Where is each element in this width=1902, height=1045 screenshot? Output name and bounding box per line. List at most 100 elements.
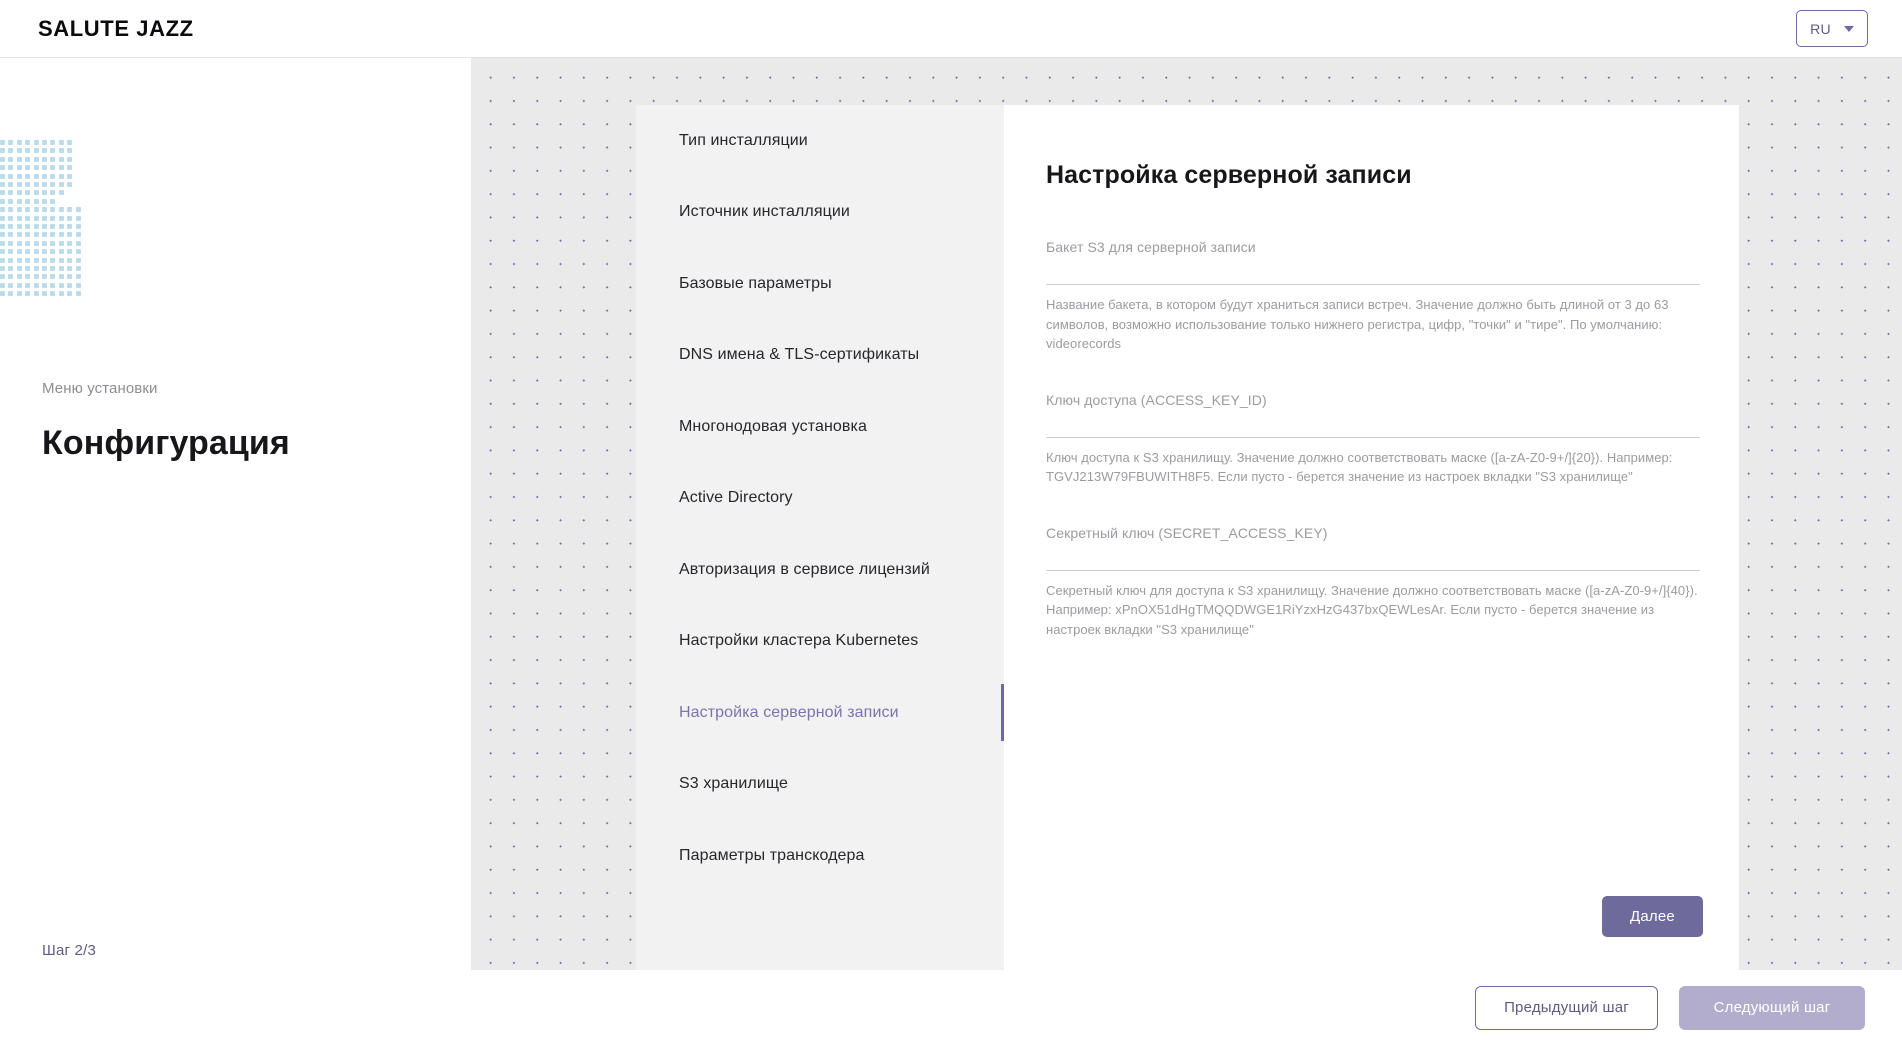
decoration-dot: [67, 224, 73, 229]
menu-item-label: Active Directory: [679, 489, 793, 507]
decoration-dot: [50, 282, 56, 288]
decoration-dot: [67, 240, 73, 246]
decoration-dot: [50, 240, 56, 246]
menu-item-label: S3 хранилище: [679, 775, 788, 793]
field-label: Ключ доступа (ACCESS_KEY_ID): [1046, 391, 1267, 408]
decoration-dot: [8, 173, 14, 179]
decoration-dot: [8, 148, 14, 154]
decoration-dot: [50, 190, 56, 196]
decoration-dot: [25, 182, 31, 187]
menu-item[interactable]: Active Directory: [636, 463, 1004, 535]
decoration-dot: [33, 240, 39, 246]
decoration-dot: [0, 207, 5, 213]
menu-item[interactable]: Базовые параметры: [636, 248, 1004, 320]
decoration-dot: [16, 240, 22, 246]
language-selector[interactable]: RU: [1796, 10, 1868, 47]
decoration-dot: [67, 173, 73, 179]
decoration-dot: [16, 282, 22, 288]
menu-item[interactable]: Настройки кластера Kubernetes: [636, 606, 1004, 678]
field-help-text: Ключ доступа к S3 хранилищу. Значение до…: [1046, 449, 1673, 485]
decoration-dot: [58, 140, 64, 145]
decoration-dot: [42, 257, 47, 263]
decoration-dot: [33, 274, 39, 280]
menu-item[interactable]: Авторизация в сервисе лицензий: [636, 534, 1004, 606]
dotted-decoration: [0, 140, 81, 297]
field-input[interactable]: [1046, 263, 1700, 285]
installer-page: SALUTE JAZZ RU Меню установки Конфигурац…: [0, 0, 1902, 1045]
decoration-dot: [16, 198, 22, 204]
decoration-dot: [16, 215, 22, 221]
decoration-dot: [33, 156, 39, 162]
decoration-dot: [8, 207, 14, 213]
decoration-dot: [75, 240, 81, 246]
field-input[interactable]: [1046, 548, 1700, 571]
decoration-dot: [50, 232, 56, 238]
menu-item-label: Параметры транскодера: [679, 846, 865, 864]
menu-item[interactable]: S3 хранилище: [636, 749, 1004, 821]
decoration-dot: [0, 232, 5, 238]
next-button[interactable]: Далее: [1602, 896, 1703, 937]
decoration-dot: [58, 215, 64, 221]
decoration-dot: [42, 215, 47, 221]
decoration-dot: [50, 165, 56, 171]
decoration-dot: [50, 257, 56, 263]
menu-item[interactable]: Параметры транскодера: [636, 820, 1004, 892]
decoration-dot: [0, 224, 5, 229]
decoration-dot: [58, 232, 64, 238]
field-label: Бакет S3 для серверной записи: [1046, 239, 1256, 255]
decoration-dot: [50, 148, 56, 154]
decoration-dot: [33, 173, 39, 179]
decoration-dot: [25, 173, 31, 179]
decoration-dot: [58, 156, 64, 162]
menu-item[interactable]: Источник инсталляции: [636, 177, 1004, 249]
decoration-dot: [33, 224, 39, 229]
decoration-dot: [67, 156, 73, 162]
menu-item[interactable]: Многонодовая установка: [636, 391, 1004, 463]
decoration-dot: [0, 198, 5, 204]
decoration-dot: [58, 182, 64, 187]
previous-step-button[interactable]: Предыдущий шаг: [1475, 985, 1658, 1030]
decoration-dot: [8, 165, 14, 171]
decoration-dot: [8, 156, 14, 162]
decoration-dot: [75, 224, 81, 229]
decoration-dot: [50, 291, 56, 297]
decoration-dot: [50, 173, 56, 179]
left-intro-panel: Меню установки Конфигурация Шаг 2/3: [0, 58, 471, 1045]
form-field: Бакет S3 для серверной записи Название ба…: [1046, 239, 1700, 354]
decoration-dot: [67, 274, 73, 280]
decoration-dot: [25, 165, 31, 171]
decoration-dot: [67, 266, 73, 271]
decoration-dot: [33, 282, 39, 288]
decoration-dot: [8, 291, 14, 297]
decoration-dot: [50, 207, 56, 213]
decoration-dot: [8, 215, 14, 221]
decoration-dot: [42, 266, 47, 271]
menu-item[interactable]: Тип инсталляции: [636, 105, 1004, 177]
decoration-dot: [33, 232, 39, 238]
decoration-dot: [33, 207, 39, 213]
menu-item-label: Авторизация в сервисе лицензий: [679, 560, 930, 578]
decoration-dot: [25, 190, 31, 196]
decoration-dot: [42, 291, 47, 297]
decoration-dot: [33, 249, 39, 255]
menu-item-active[interactable]: Настройка серверной записи: [636, 677, 1004, 749]
brand-logo: SALUTE JAZZ: [38, 15, 194, 41]
decoration-dot: [42, 148, 47, 154]
decoration-dot: [25, 207, 31, 213]
decoration-dot: [25, 156, 31, 162]
decoration-dot: [50, 182, 56, 187]
decoration-dot: [33, 182, 39, 187]
decoration-dot: [67, 257, 73, 263]
decoration-dot: [16, 190, 22, 196]
menu-item[interactable]: DNS имена & TLS-сертификаты: [636, 320, 1004, 392]
config-menu-card: Тип инсталляции Источник инсталляции Базов…: [636, 105, 1004, 970]
menu-item-label: Настройки кластера Kubernetes: [679, 632, 919, 650]
decoration-dot: [42, 282, 47, 288]
next-step-button[interactable]: Следующий шаг: [1679, 985, 1865, 1030]
decoration-dot: [67, 148, 73, 154]
content-body: Настройка серверной записи Бакет S3 для …: [1046, 161, 1700, 677]
field-input[interactable]: [1046, 415, 1700, 438]
step-label: Шаг 2/3: [42, 942, 96, 959]
decoration-dot: [67, 282, 73, 288]
decoration-dot: [33, 215, 39, 221]
